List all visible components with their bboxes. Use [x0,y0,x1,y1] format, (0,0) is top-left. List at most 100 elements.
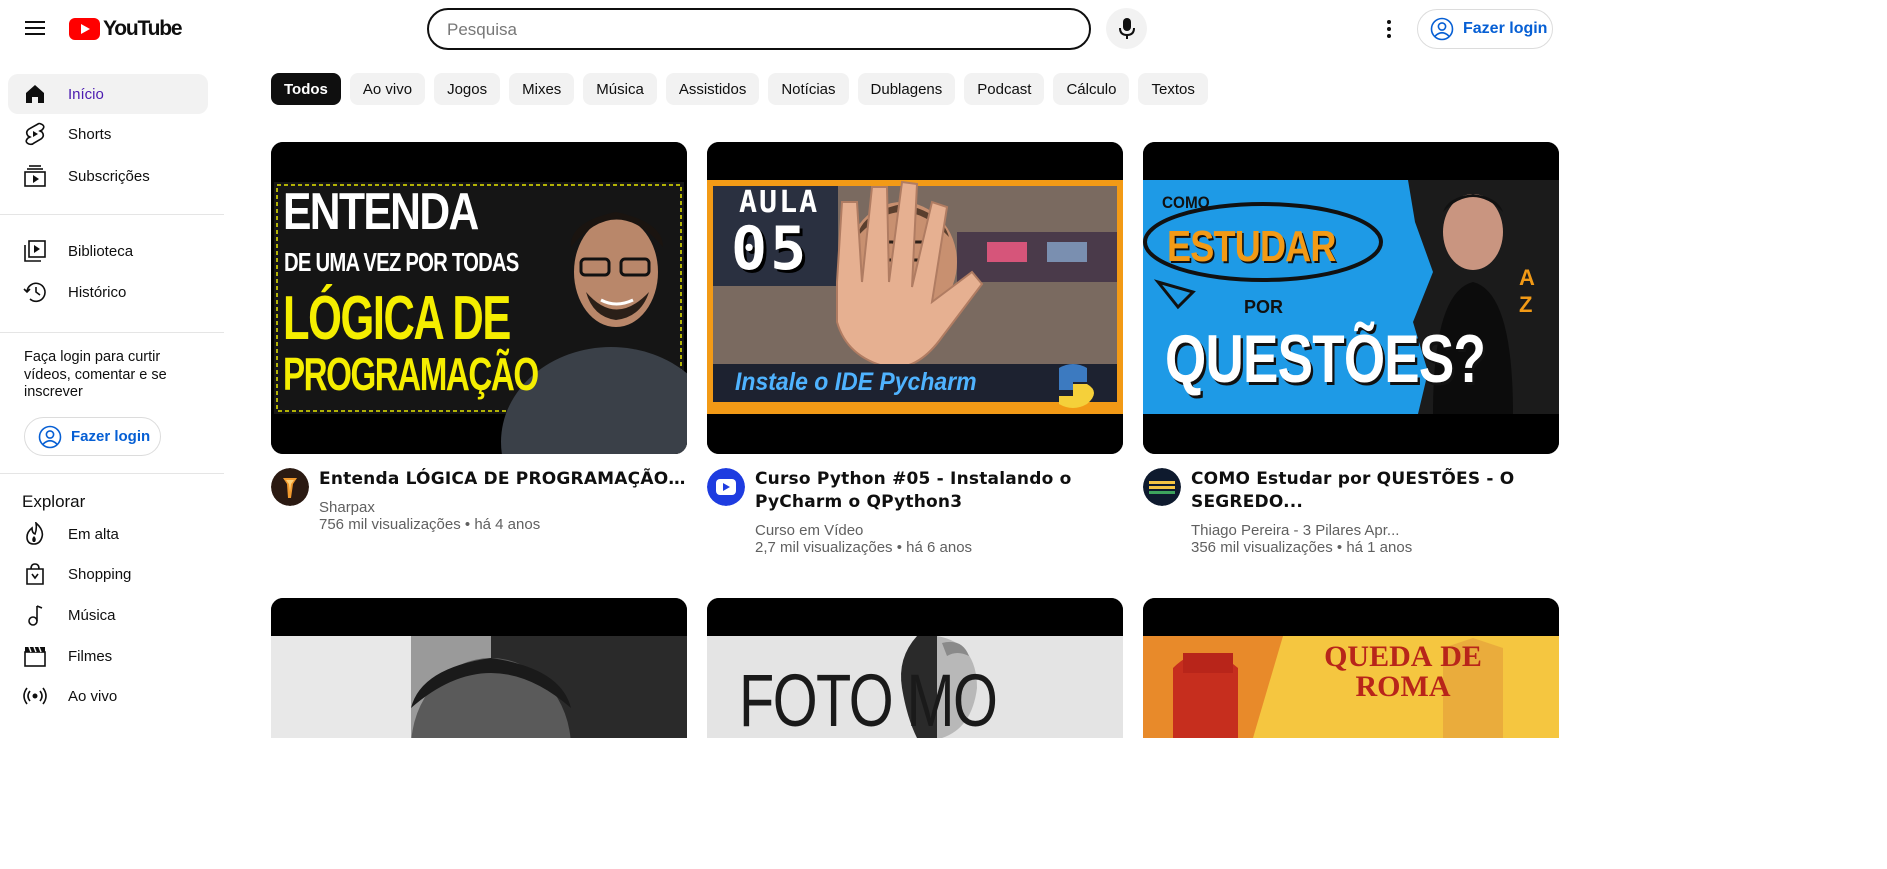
sign-in-button[interactable]: Fazer login [1417,9,1553,49]
thumbnail-title-line: ENTENDA [283,183,479,241]
sidebar-divider [0,473,224,474]
chip-todos[interactable]: Todos [271,73,341,105]
video-meta: 756 mil visualizações • há 4 anos [319,516,541,533]
sidebar-item-movies[interactable]: Filmes [8,636,208,676]
sidebar-item-label: Início [68,85,104,103]
chip-jogos[interactable]: Jogos [434,73,501,105]
thumbnail-highlight-line: PROGRAMAÇÃO [283,348,539,400]
filter-chips-bar: Todos Ao vivo Jogos Mixes Música Assisti… [271,73,1208,106]
chip-podcast[interactable]: Podcast [964,73,1045,105]
more-vert-icon [1387,20,1391,38]
thumbnail-label: POR [1244,297,1284,317]
video-thumbnail[interactable]: COMO ESTUDAR POR QUESTÕES? A Z [1143,142,1559,454]
video-thumbnail[interactable]: AULA 05 Instale o IDE Pycharm [707,142,1123,454]
channel-avatar[interactable] [707,468,745,506]
more-options-button[interactable] [1373,13,1405,45]
chip-mixes[interactable]: Mixes [509,73,575,105]
search-box[interactable] [427,8,1091,50]
thumbnail-image [271,598,687,738]
hamburger-icon [25,21,45,35]
account-icon [38,425,62,448]
youtube-logo[interactable]: YouTube [69,17,183,41]
sidebar-item-label: Biblioteca [68,242,134,260]
sidebar-item-label: Filmes [68,647,113,665]
channel-name[interactable]: Curso em Vídeo [755,522,863,539]
chip-ao-vivo[interactable]: Ao vivo [349,73,426,105]
shorts-icon [23,122,47,146]
sidebar-item-label: Shorts [68,125,112,143]
thumbnail-image [1143,142,1559,454]
logo-text: YouTube [103,17,183,40]
channel-name[interactable]: Sharpax [319,499,375,516]
thumbnail-letter: Z [1519,292,1533,317]
channel-avatar[interactable] [271,468,309,506]
video-meta: 356 mil visualizações • há 1 anos [1191,539,1413,556]
menu-button[interactable] [18,13,52,43]
video-thumbnail[interactable]: QUEDA DE ROMA [1143,598,1559,738]
video-thumbnail[interactable]: ENTENDA DE UMA VEZ POR TODAS LÓGICA DE P… [271,142,687,454]
movies-icon [23,644,47,668]
thumbnail-caption: Instale o IDE Pycharm [735,368,977,396]
sidebar-item-library[interactable]: Biblioteca [8,231,208,271]
sidebar-item-label: Histórico [68,283,127,301]
thumbnail-title-line: QUESTÕES? [1165,321,1486,397]
sidebar-item-subscriptions[interactable]: Subscrições [8,156,208,196]
sidebar-item-live[interactable]: Ao vivo [8,676,208,716]
sidebar-item-history[interactable]: Histórico [8,272,208,312]
search-input[interactable] [447,19,1067,41]
channel-name[interactable]: Thiago Pereira - 3 Pilares Apr... [1191,522,1399,539]
voice-search-button[interactable] [1106,8,1147,49]
thumbnail-letter: A [1519,265,1535,290]
subscriptions-icon [23,164,47,188]
sidebar-item-shorts[interactable]: Shorts [8,114,208,154]
thumbnail-number: 05 [731,214,810,284]
thumbnail-title-line: QUEDA DE ROMA [1324,640,1482,703]
video-title[interactable]: Curso Python #05 - Instalando o PyCharm … [755,468,1123,514]
sidebar-item-label: Em alta [68,525,119,543]
chip-assistidos[interactable]: Assistidos [665,73,760,105]
sidebar-item-music[interactable]: Música [8,595,208,635]
thumbnail-highlight-line: ESTUDAR [1167,222,1336,271]
music-icon [23,603,47,627]
video-title[interactable]: COMO Estudar por QUESTÕES - O SEGREDO... [1191,468,1559,514]
history-icon [23,280,47,304]
chip-textos[interactable]: Textos [1138,73,1208,105]
trending-icon [23,522,47,546]
youtube-play-icon [69,18,100,40]
live-icon [23,684,47,708]
library-icon [23,239,47,263]
explore-heading: Explorar [22,492,86,511]
sidebar-sign-in-button[interactable]: Fazer login [24,417,161,456]
shopping-icon [23,562,47,586]
sidebar-item-label: Ao vivo [68,687,118,705]
sidebar-item-home[interactable]: Início [8,74,208,114]
microphone-icon [1118,17,1135,39]
thumbnail-highlight-line: LÓGICA DE [283,284,511,353]
sidebar-item-trending[interactable]: Em alta [8,514,208,554]
thumbnail-label: COMO [1162,193,1210,212]
video-meta: 2,7 mil visualizações • há 6 anos [755,539,973,556]
home-icon [23,82,47,106]
sign-in-label: Fazer login [1463,20,1548,37]
sidebar-item-shopping[interactable]: Shopping [8,554,208,594]
chip-dublagens[interactable]: Dublagens [857,73,956,105]
sidebar-divider [0,214,224,215]
sidebar-item-label: Música [68,606,116,624]
video-thumbnail[interactable] [271,598,687,738]
top-bar: YouTube Fazer login [0,0,1887,56]
account-icon [1430,17,1454,41]
channel-avatar[interactable] [1143,468,1181,506]
sidebar-item-label: Subscrições [68,167,150,185]
sign-in-label: Fazer login [71,428,151,445]
video-thumbnail[interactable]: FOTO MO [707,598,1123,738]
chip-noticias[interactable]: Notícias [768,73,849,105]
login-prompt-text: Faça login para curtir vídeos, comentar … [24,349,167,400]
chip-musica[interactable]: Música [583,73,657,105]
thumbnail-title-line: FOTO MO [739,659,998,738]
sidebar: Início Shorts Subscrições Biblioteca His… [0,56,224,869]
chip-calculo[interactable]: Cálculo [1053,73,1130,105]
video-title[interactable]: Entenda LÓGICA DE PROGRAMAÇÃO e... [319,468,687,491]
thumbnail-subtitle-line: DE UMA VEZ POR TODAS [284,247,519,277]
sidebar-divider [0,332,224,333]
sidebar-item-label: Shopping [68,565,132,583]
